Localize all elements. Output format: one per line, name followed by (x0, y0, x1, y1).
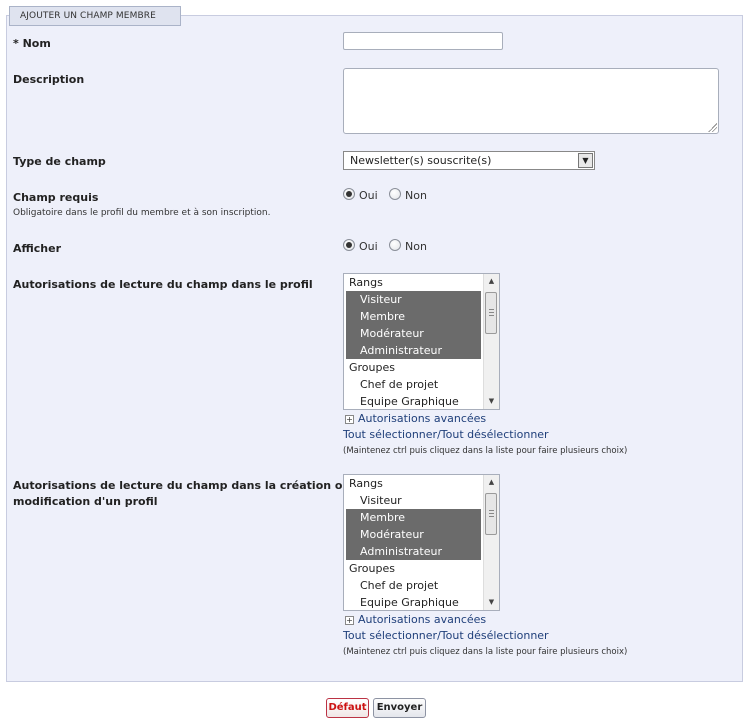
description-label: Description (13, 73, 85, 86)
listbox-scrollbar[interactable]: ▲ ▼ (483, 475, 499, 610)
name-input[interactable] (343, 32, 503, 50)
submit-button[interactable]: Envoyer (373, 698, 426, 718)
listbox-option[interactable]: Chef de projet (346, 376, 481, 393)
display-label: Afficher (13, 242, 62, 255)
scroll-thumb[interactable] (485, 292, 497, 334)
field-type-select[interactable]: Newsletter(s) souscrite(s) ▼ (343, 151, 595, 170)
dropdown-arrow-icon[interactable]: ▼ (578, 153, 593, 168)
required-yes-radio[interactable] (343, 188, 355, 200)
listbox-option[interactable]: Administrateur (346, 342, 481, 359)
listbox-option[interactable]: Chef de projet (346, 577, 481, 594)
scroll-up-arrow-icon[interactable]: ▲ (484, 475, 499, 490)
edit-profile-permissions-label-line2: modification d'un profil (13, 495, 158, 508)
listbox-option[interactable]: Membre (346, 308, 481, 325)
description-textarea[interactable] (343, 68, 719, 134)
edit-profile-permissions-listbox[interactable]: Rangs Visiteur Membre Modérateur Administrat… (343, 474, 500, 611)
required-no-label[interactable]: Non (405, 189, 427, 202)
fieldset-legend: AJOUTER UN CHAMP MEMBRE (9, 6, 181, 26)
scroll-thumb[interactable] (485, 493, 497, 535)
name-label: * Nom (13, 37, 51, 50)
listbox-option[interactable]: Modérateur (346, 526, 481, 543)
edit-profile-permissions-label-line1: Autorisations de lecture du champ dans l… (13, 479, 366, 492)
listbox-options: Rangs Visiteur Membre Modérateur Administrat… (344, 475, 499, 610)
listbox-option[interactable]: Modérateur (346, 325, 481, 342)
required-yes-label[interactable]: Oui (359, 189, 378, 202)
listbox-option[interactable]: Equipe Graphique (346, 393, 481, 409)
display-no-label[interactable]: Non (405, 240, 427, 253)
multi-select-hint: (Maintenez ctrl puis cliquez dans la lis… (343, 446, 628, 456)
multi-select-hint: (Maintenez ctrl puis cliquez dans la lis… (343, 647, 628, 657)
advanced-permissions-label[interactable]: Autorisations avancées (358, 613, 486, 626)
default-button[interactable]: Défaut (326, 698, 369, 718)
scroll-down-arrow-icon[interactable]: ▼ (484, 595, 499, 610)
advanced-permissions-link[interactable]: + Autorisations avancées (345, 613, 486, 626)
field-type-label: Type de champ (13, 155, 106, 168)
listbox-option[interactable]: Visiteur (346, 492, 481, 509)
listbox-option[interactable]: Visiteur (346, 291, 481, 308)
listbox-scrollbar[interactable]: ▲ ▼ (483, 274, 499, 409)
required-no-radio[interactable] (389, 188, 401, 200)
required-sublabel: Obligatoire dans le profil du membre et … (13, 208, 271, 218)
listbox-option[interactable]: Equipe Graphique (346, 594, 481, 610)
read-profile-permissions-listbox[interactable]: Rangs Visiteur Membre Modérateur Administrat… (343, 273, 500, 410)
advanced-permissions-label[interactable]: Autorisations avancées (358, 412, 486, 425)
display-yes-label[interactable]: Oui (359, 240, 378, 253)
display-yes-radio[interactable] (343, 239, 355, 251)
scroll-up-arrow-icon[interactable]: ▲ (484, 274, 499, 289)
display-no-radio[interactable] (389, 239, 401, 251)
expand-plus-icon[interactable]: + (345, 415, 354, 424)
resize-grip-icon[interactable] (708, 123, 717, 132)
select-all-link[interactable]: Tout sélectionner/Tout désélectionner (343, 629, 549, 642)
advanced-permissions-link[interactable]: + Autorisations avancées (345, 412, 486, 425)
read-profile-permissions-label: Autorisations de lecture du champ dans l… (13, 278, 313, 291)
listbox-option[interactable]: Administrateur (346, 543, 481, 560)
listbox-option[interactable]: Membre (346, 509, 481, 526)
listbox-group-header: Groupes (349, 562, 395, 575)
expand-plus-icon[interactable]: + (345, 616, 354, 625)
scroll-down-arrow-icon[interactable]: ▼ (484, 394, 499, 409)
listbox-group-header: Rangs (349, 477, 383, 490)
listbox-options: Rangs Visiteur Membre Modérateur Administrat… (344, 274, 499, 409)
required-label: Champ requis (13, 191, 99, 204)
select-all-link[interactable]: Tout sélectionner/Tout désélectionner (343, 428, 549, 441)
listbox-group-header: Groupes (349, 361, 395, 374)
listbox-group-header: Rangs (349, 276, 383, 289)
field-type-selected-value: Newsletter(s) souscrite(s) (350, 154, 492, 167)
